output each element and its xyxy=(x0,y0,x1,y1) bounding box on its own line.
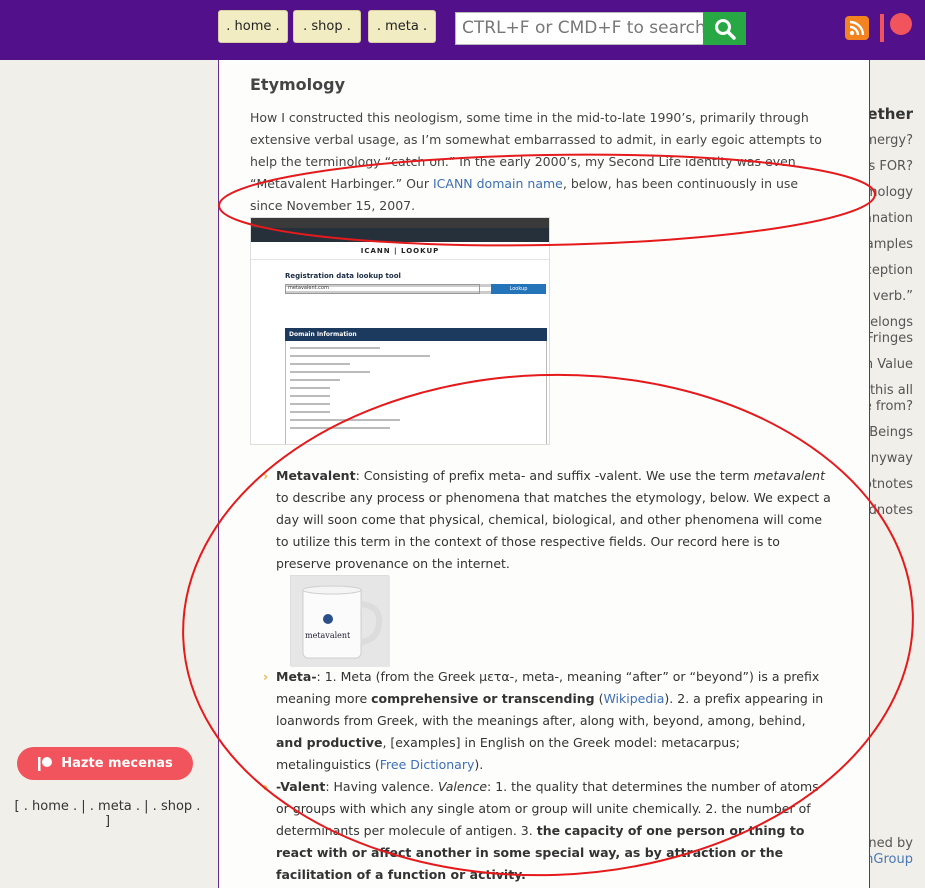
nav-shop-button[interactable]: . shop . xyxy=(293,10,361,43)
item-text: to describe any process or phenomena tha… xyxy=(276,490,831,571)
patreon-icon xyxy=(38,756,53,771)
item-italic: Valence xyxy=(437,779,488,794)
browser-toolbar xyxy=(251,228,549,242)
wikipedia-link[interactable]: Wikipedia xyxy=(603,691,664,706)
item-text: ). xyxy=(474,757,484,772)
screenshot-domain-info-box xyxy=(285,341,547,444)
item-text: : Having valence. xyxy=(325,779,438,794)
section-heading: Etymology xyxy=(250,75,346,94)
term-meta: Meta- xyxy=(276,669,317,684)
search-button[interactable] xyxy=(703,12,746,45)
screenshot-domain-info-header: Domain Information xyxy=(285,328,547,341)
list-item-valent: › -Valent: Having valence. Valence: 1. t… xyxy=(263,776,831,886)
term-valent: -Valent xyxy=(276,779,326,794)
item-bold: and productive xyxy=(276,735,383,750)
chevron-right-icon: › xyxy=(263,669,269,684)
screenshot-title: Registration data lookup tool xyxy=(285,272,401,280)
search-input[interactable]: CTRL+F or CMD+F to search xyxy=(455,12,705,45)
icann-logo: ICANN | LOOKUP xyxy=(251,242,549,260)
icann-domain-link[interactable]: ICANN domain name xyxy=(433,176,563,191)
patreon-button[interactable]: Hazte mecenas xyxy=(17,747,193,780)
mug-label: metavalent xyxy=(305,631,351,640)
chevron-right-icon: › xyxy=(263,779,269,794)
browser-tabs-bar xyxy=(251,218,549,228)
item-bold: comprehensive or transcending xyxy=(371,691,595,706)
footer-nav[interactable]: [ . home . | . meta . | . shop . ] xyxy=(0,799,205,829)
chevron-right-icon: › xyxy=(263,468,269,483)
nav-meta-button[interactable]: . meta . xyxy=(368,10,436,43)
screenshot-lookup-button: Lookup xyxy=(491,284,546,294)
top-bar: . home . . shop . . meta . CTRL+F or CMD… xyxy=(0,0,925,60)
icann-lookup-screenshot: ICANN | LOOKUP Registration data lookup … xyxy=(250,217,550,445)
patreon-button-label: Hazte mecenas xyxy=(61,756,173,771)
item-text: : Consisting of prefix meta- and suffix … xyxy=(355,468,754,483)
list-item-meta: › Meta-: 1. Meta (from the Greek μετα-, … xyxy=(263,666,831,776)
intro-paragraph: How I constructed this neologism, some t… xyxy=(250,107,825,217)
magnifier-icon xyxy=(714,18,736,40)
list-item-metavalent: › Metavalent: Consisting of prefix meta-… xyxy=(263,465,831,575)
patreon-icon[interactable] xyxy=(879,12,915,44)
free-dictionary-link[interactable]: Free Dictionary xyxy=(380,757,475,772)
item-italic: metavalent xyxy=(753,468,825,483)
main-content: Etymology How I constructed this neologi… xyxy=(218,60,870,888)
metavalent-mug-image: metavalent xyxy=(290,575,390,667)
term-metavalent: Metavalent xyxy=(276,468,356,483)
nav-home-button[interactable]: . home . xyxy=(218,10,288,43)
rss-icon[interactable] xyxy=(845,16,869,40)
screenshot-domain-input: metavalent.com xyxy=(285,284,480,294)
